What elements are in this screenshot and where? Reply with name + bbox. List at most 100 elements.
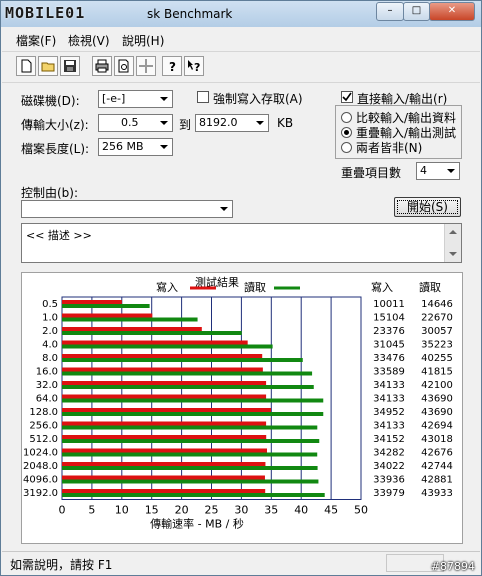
queue-depth-value: 4 (420, 164, 427, 177)
context-help-icon: ? (188, 60, 200, 73)
write-value: 34952 (373, 407, 405, 418)
bar-write (62, 408, 272, 412)
bar-write (62, 340, 248, 345)
transfer-unit: KB (277, 116, 294, 130)
write-value: 34133 (373, 380, 405, 391)
file-length-select[interactable]: 256 MB (98, 138, 173, 156)
transfer-size-label: 傳輸大小(z): (21, 118, 89, 132)
bar-read (62, 493, 325, 497)
controlled-by-label: 控制由(b): (21, 186, 79, 200)
write-value: 34282 (373, 447, 405, 458)
bar-write (62, 435, 267, 439)
maximize-button[interactable]: □ (403, 2, 430, 21)
description-textbox[interactable]: << 描述 >> (21, 223, 462, 263)
y-tick-label: 32.0 (36, 380, 58, 391)
y-tick-label: 128.0 (29, 407, 58, 418)
menu-bar: 檔案(F) 檢視(V) 說明(H) (2, 29, 480, 49)
move-button[interactable] (136, 56, 156, 76)
bar-read (62, 466, 318, 470)
transfer-to-label: 到 (179, 118, 192, 132)
controlled-by-select[interactable] (21, 200, 233, 218)
print-preview-button[interactable] (114, 56, 134, 76)
bar-read (62, 344, 273, 349)
toolbar: ? ? (2, 51, 480, 83)
x-tick-label: 5 (88, 504, 95, 517)
transfer-to-value: 8192.0 (199, 116, 238, 129)
radio-overlap[interactable] (341, 127, 352, 138)
force-write-checkbox[interactable] (197, 91, 209, 103)
bar-read (62, 371, 313, 376)
y-tick-label: 16.0 (36, 366, 58, 377)
bar-read (62, 452, 318, 457)
print-icon (95, 59, 109, 73)
force-write-label: 強制寫入存取(A) (213, 92, 303, 106)
focus-ring (397, 200, 458, 214)
description-scrollbar[interactable] (444, 224, 461, 262)
bar-write (62, 489, 266, 493)
print-button[interactable] (92, 56, 112, 76)
column-header-write: 寫入 (371, 280, 393, 294)
write-value: 33589 (373, 366, 405, 377)
x-tick-label: 30 (234, 504, 248, 517)
direct-io-checkbox[interactable] (341, 91, 353, 103)
context-help-button[interactable]: ? (184, 56, 204, 76)
menu-file[interactable]: 檔案(F) (16, 32, 56, 49)
open-folder-icon (41, 62, 55, 72)
drive-select[interactable]: [-e-] (98, 90, 173, 108)
read-value: 43690 (421, 407, 453, 418)
bar-read (62, 439, 320, 443)
scroll-arrows-icon (449, 230, 457, 256)
y-tick-label: 0.5 (42, 299, 58, 310)
radio-neither[interactable] (341, 142, 352, 153)
save-button[interactable] (60, 56, 80, 76)
transfer-from-value: 0.5 (121, 116, 139, 129)
bar-write (62, 462, 266, 466)
bar-write (62, 421, 267, 426)
file-length-label: 檔案長度(L): (21, 142, 90, 156)
x-tick-label: 25 (205, 504, 219, 517)
help-button[interactable]: ? (162, 56, 182, 76)
menu-help[interactable]: 說明(H) (122, 32, 164, 49)
x-tick-label: 20 (175, 504, 189, 517)
bar-read (62, 412, 324, 416)
chevron-down-icon (160, 121, 168, 125)
read-value: 42744 (421, 461, 453, 472)
y-tick-label: 256.0 (29, 420, 58, 431)
minimize-button[interactable]: – (376, 2, 404, 21)
bar-read (62, 385, 314, 389)
write-value: 34133 (373, 393, 405, 404)
write-value: 34022 (373, 461, 405, 472)
read-value: 40255 (421, 353, 453, 364)
x-axis-label: 傳輸速率 - MB / 秒 (150, 517, 244, 531)
title-bar[interactable]: MOBILE01 sk Benchmark – □ ✕ (1, 1, 481, 27)
open-button[interactable] (38, 56, 58, 76)
y-tick-label: 2.0 (42, 326, 58, 337)
read-value: 35223 (421, 339, 453, 350)
y-tick-label: 64.0 (36, 393, 58, 404)
y-tick-label: 2048.0 (23, 461, 58, 472)
y-tick-label: 3192.0 (23, 488, 58, 499)
read-value: 42881 (421, 474, 453, 485)
chevron-down-icon (160, 145, 168, 149)
chevron-down-icon (447, 169, 455, 173)
read-value: 43933 (421, 488, 453, 499)
transfer-from-select[interactable]: 0.5 (98, 114, 173, 132)
start-button[interactable]: 開始(S) (394, 197, 461, 217)
bar-write (62, 367, 263, 372)
bar-write (62, 381, 267, 385)
queue-depth-select[interactable]: 4 (416, 162, 460, 180)
bar-read (62, 425, 318, 430)
new-file-button[interactable] (16, 56, 36, 76)
minimize-icon: – (387, 5, 393, 16)
menu-view[interactable]: 檢視(V) (68, 32, 110, 49)
bar-read (62, 358, 303, 362)
transfer-to-select[interactable]: 8192.0 (195, 114, 269, 132)
bar-write (62, 448, 267, 453)
bar-read (62, 317, 198, 322)
write-value: 33476 (373, 353, 405, 364)
radio-compare[interactable] (341, 112, 352, 123)
chevron-down-icon (160, 97, 168, 101)
close-button[interactable]: ✕ (429, 2, 475, 21)
read-value: 30057 (421, 326, 453, 337)
write-value: 34133 (373, 420, 405, 431)
